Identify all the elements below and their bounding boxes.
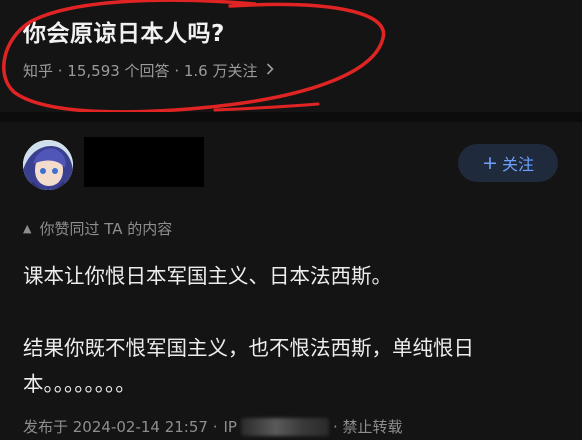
chevron-right-icon [266,62,274,79]
upvote-notice: ▲ 你赞同过 TA 的内容 [23,218,172,239]
follow-button-label: 关注 [501,155,534,174]
upvote-triangle-icon: ▲ [23,222,32,235]
answer-footer: 发布于 2024-02-14 21:57 · IP · 禁止转载 [23,416,403,437]
anime-avatar-icon [23,140,73,190]
upvote-notice-text: 你赞同过 TA 的内容 [39,220,173,238]
answer-paragraph: 结果你既不恨军国主义，也不恨法西斯，单纯恨日本。。。。。。。。 [23,336,474,396]
plus-icon: + [482,151,498,174]
question-meta[interactable]: 知乎 · 15,593 个回答 · 1.6 万关注 [23,60,274,81]
section-divider [0,112,582,122]
author-avatar[interactable] [23,140,73,190]
watermark-overlay [240,417,329,436]
follow-button[interactable]: + 关注 [458,144,558,182]
author-name-redacted [84,137,204,187]
publish-time: 发布于 2024-02-14 21:57 · [23,418,218,436]
answer-paragraph: 课本让你恨日本军国主义、日本法西斯。 [23,264,392,288]
question-meta-text: 知乎 · 15,593 个回答 · 1.6 万关注 [23,62,258,80]
answer-page: 你会原谅日本人吗? 知乎 · 15,593 个回答 · 1.6 万关注 + 关注… [0,0,582,440]
ip-location-prefix: IP [223,417,237,436]
question-title[interactable]: 你会原谅日本人吗? [23,14,225,48]
repost-policy: · 禁止转载 [332,418,403,436]
